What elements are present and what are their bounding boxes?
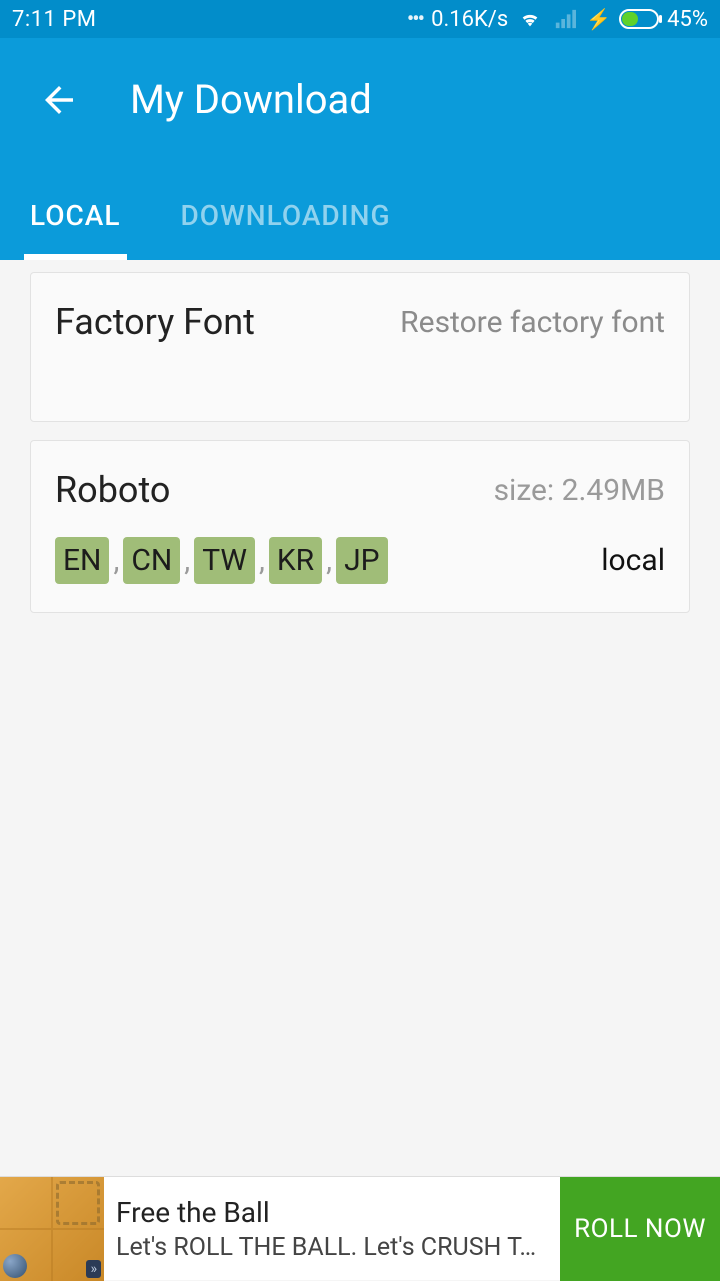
battery-icon [619,9,663,29]
lang-chip-jp: JP [336,537,387,584]
comma: , [113,543,119,578]
battery-indicator: 45% [619,7,708,32]
comma: , [326,543,332,578]
tab-local[interactable]: LOCAL [24,177,127,260]
ad-text: Free the Ball Let's ROLL THE BALL. Let's… [104,1196,560,1262]
language-chips: EN , CN , TW , KR , JP [55,537,388,584]
factory-font-title: Factory Font [55,301,255,343]
back-arrow-icon[interactable] [38,79,80,121]
comma: , [259,543,265,578]
ad-title: Free the Ball [116,1196,560,1229]
restore-factory-font[interactable]: Restore factory font [400,305,665,340]
status-right: ••• 0.16K/s ⚡ 45% [407,7,708,32]
status-bar: 7:11 PM ••• 0.16K/s ⚡ 45% [0,0,720,38]
roboto-title: Roboto [55,469,170,511]
tabs: LOCAL DOWNLOADING [0,177,397,260]
network-speed: 0.16K/s [431,7,508,32]
lang-chip-cn: CN [123,537,180,584]
lang-chip-tw: TW [194,537,255,584]
roboto-size: size: 2.49MB [494,473,665,508]
toolbar: My Download [0,38,720,123]
factory-font-card[interactable]: Factory Font Restore factory font [30,272,690,422]
ad-banner[interactable]: » Free the Ball Let's ROLL THE BALL. Let… [0,1176,720,1280]
comma: , [184,543,190,578]
lang-chip-kr: KR [269,537,322,584]
status-time: 7:11 PM [12,7,96,32]
ad-subtitle: Let's ROLL THE BALL. Let's CRUSH T… [116,1233,560,1262]
ad-roll-now-button[interactable]: ROLL NOW [560,1177,720,1281]
ad-game-icon: » [0,1177,104,1281]
charging-icon: ⚡ [586,7,611,31]
wifi-icon [516,8,544,30]
lang-chip-en: EN [55,537,109,584]
roboto-font-card[interactable]: Roboto size: 2.49MB EN , CN , TW , KR , … [30,440,690,613]
tab-downloading[interactable]: DOWNLOADING [175,177,397,260]
roboto-status: local [601,543,665,578]
app-header: My Download LOCAL DOWNLOADING [0,38,720,260]
battery-percent: 45% [667,7,708,32]
page-title: My Download [130,76,372,123]
signal-icon [552,8,578,30]
more-dots-icon: ••• [407,7,423,32]
content: Factory Font Restore factory font Roboto… [0,260,720,613]
